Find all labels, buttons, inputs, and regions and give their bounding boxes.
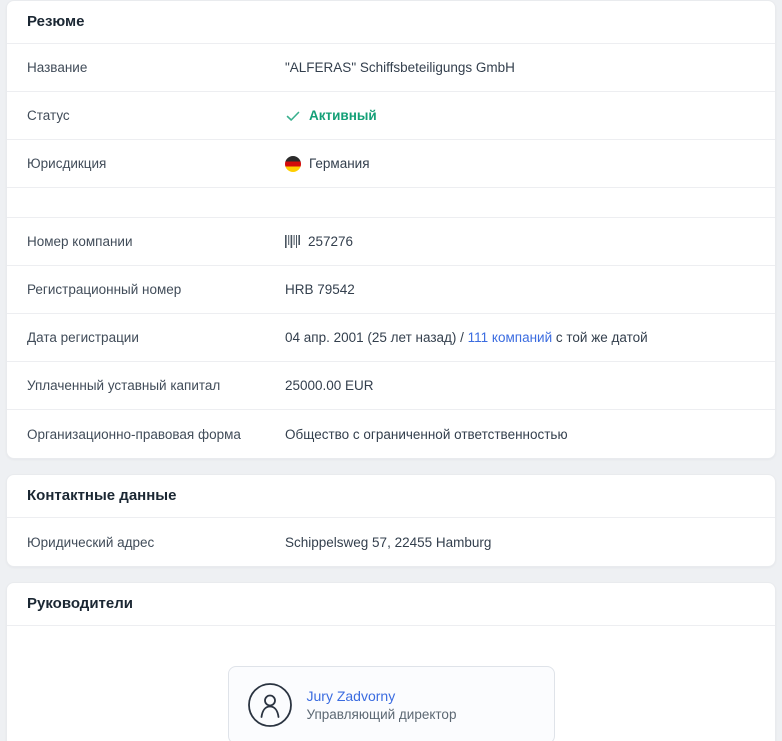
row-company-name: Название "ALFERAS" Schiffsbeteiligungs G…: [7, 44, 775, 92]
row-label: Номер компании: [27, 234, 285, 249]
person-icon: [247, 682, 293, 728]
row-legal-form: Организационно-правовая форма Общество с…: [7, 410, 775, 458]
check-icon: [285, 108, 301, 124]
legal-form-value: Общество с ограниченной ответственностью: [285, 427, 568, 442]
germany-flag-icon: [285, 156, 301, 172]
registration-date-suffix: с той же датой: [552, 330, 648, 345]
company-name-value: "ALFERAS" Schiffsbeteiligungs GmbH: [285, 60, 515, 75]
row-company-number: Номер компании 257276: [7, 218, 775, 266]
row-registration-date: Дата регистрации 04 апр. 2001 (25 лет на…: [7, 314, 775, 362]
company-number-value: 257276: [308, 234, 353, 249]
row-jurisdiction: Юрисдикция Германия: [7, 140, 775, 188]
row-label: Дата регистрации: [27, 330, 285, 345]
officer-card[interactable]: Jury Zadvorny Управляющий директор: [228, 666, 555, 741]
registration-number-value: HRB 79542: [285, 282, 355, 297]
row-label: Уплаченный уставный капитал: [27, 378, 285, 393]
jurisdiction-value: Германия: [309, 156, 370, 171]
paid-capital-value: 25000.00 EUR: [285, 378, 374, 393]
row-legal-address: Юридический адрес Schippelsweg 57, 22455…: [7, 518, 775, 566]
row-registration-number: Регистрационный номер HRB 79542: [7, 266, 775, 314]
row-label: Статус: [27, 108, 285, 123]
officers-title: Руководители: [7, 583, 775, 626]
officer-role: Управляющий директор: [307, 707, 457, 722]
row-status: Статус Активный: [7, 92, 775, 140]
contacts-title: Контактные данные: [7, 475, 775, 518]
registration-date-value: 04 апр. 2001 (25 лет назад) /: [285, 330, 468, 345]
contacts-card: Контактные данные Юридический адрес Schi…: [6, 474, 776, 567]
empty-spacer-row: [7, 188, 775, 218]
row-label: Юрисдикция: [27, 156, 285, 171]
legal-address-value: Schippelsweg 57, 22455 Hamburg: [285, 535, 491, 550]
status-badge: Активный: [309, 108, 377, 123]
row-paid-capital: Уплаченный уставный капитал 25000.00 EUR: [7, 362, 775, 410]
barcode-icon: [285, 235, 300, 248]
officers-body: Jury Zadvorny Управляющий директор: [7, 626, 775, 741]
officers-card: Руководители Jury Zadvorny Управляющий д…: [6, 582, 776, 741]
row-label: Название: [27, 60, 285, 75]
officer-info: Jury Zadvorny Управляющий директор: [307, 688, 457, 722]
summary-title: Резюме: [7, 1, 775, 44]
same-date-companies-link[interactable]: 111 компаний: [468, 330, 552, 345]
summary-card: Резюме Название "ALFERAS" Schiffsbeteili…: [6, 0, 776, 459]
officer-name-link[interactable]: Jury Zadvorny: [307, 688, 457, 704]
row-label: Юридический адрес: [27, 535, 285, 550]
row-label: Регистрационный номер: [27, 282, 285, 297]
row-label: Организационно-правовая форма: [27, 427, 285, 442]
